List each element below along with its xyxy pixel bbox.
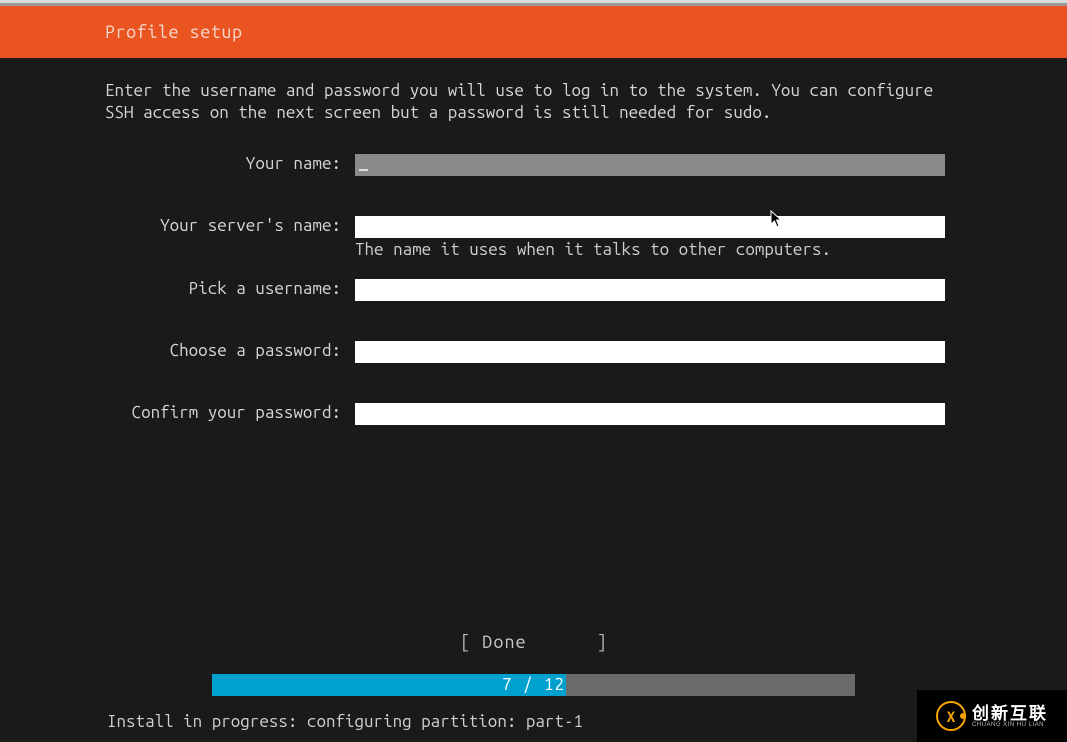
- watermark-logo-icon: X: [936, 701, 966, 731]
- input-server-name[interactable]: [355, 216, 945, 238]
- label-server-name: Your server's name:: [105, 216, 355, 235]
- label-confirm-password: Confirm your password:: [105, 403, 355, 422]
- input-password[interactable]: [355, 341, 945, 363]
- hint-server-name: The name it uses when it talks to other …: [355, 240, 945, 259]
- page-title: Profile setup: [105, 22, 243, 42]
- label-password: Choose a password:: [105, 341, 355, 360]
- status-line: Install in progress: configuring partiti…: [107, 712, 583, 731]
- label-username: Pick a username:: [105, 279, 355, 298]
- progress-text: 7 / 12: [212, 674, 855, 696]
- row-server-name: Your server's name:: [105, 216, 962, 238]
- bracket-left-icon: [: [460, 632, 470, 652]
- done-label: Done: [482, 632, 526, 652]
- row-password: Choose a password:: [105, 341, 962, 363]
- text-cursor-icon: [359, 169, 368, 171]
- watermark: X 创新互联 CHUANG XIN HU LIAN: [917, 690, 1067, 742]
- watermark-subtext: CHUANG XIN HU LIAN: [972, 722, 1048, 728]
- profile-form: Your name: Your server's name: The name …: [105, 154, 962, 425]
- row-your-name: Your name:: [105, 154, 962, 176]
- input-confirm-password[interactable]: [355, 403, 945, 425]
- watermark-text: 创新互联: [972, 705, 1048, 722]
- intro-text: Enter the username and password you will…: [105, 80, 955, 124]
- content-area: Enter the username and password you will…: [0, 58, 1067, 425]
- label-your-name: Your name:: [105, 154, 355, 173]
- progress-bar: 7 / 12: [212, 674, 855, 696]
- done-button[interactable]: [ Done ]: [0, 632, 1067, 652]
- bracket-right-icon: ]: [597, 632, 607, 652]
- input-username[interactable]: [355, 279, 945, 301]
- input-your-name[interactable]: [355, 154, 945, 176]
- row-server-name-hint: The name it uses when it talks to other …: [105, 238, 962, 259]
- row-username: Pick a username:: [105, 279, 962, 301]
- header-bar: Profile setup: [0, 6, 1067, 58]
- window-top-strip: [0, 0, 1067, 6]
- row-confirm-password: Confirm your password:: [105, 403, 962, 425]
